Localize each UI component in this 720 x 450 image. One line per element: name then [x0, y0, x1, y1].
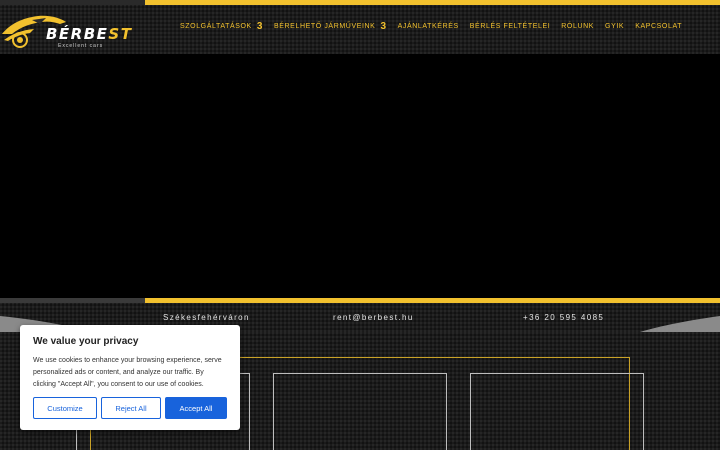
- main-nav: SZOLGÁLTATÁSOK 3 BÉRELHETŐ JÁRMŰVEINK 3 …: [180, 20, 693, 32]
- email-link[interactable]: rent@berbest.hu: [333, 313, 414, 322]
- cookie-title: We value your privacy: [33, 336, 139, 347]
- accept-all-button[interactable]: Accept All: [165, 397, 227, 419]
- feature-card: [470, 373, 644, 450]
- brand-logo[interactable]: BÉRBEST Excellent cars: [0, 10, 133, 52]
- nav-item-label: SZOLGÁLTATÁSOK: [180, 22, 252, 30]
- nav-item-label: KAPCSOLAT: [635, 22, 683, 30]
- customize-button[interactable]: Customize: [33, 397, 97, 419]
- nav-item-rolunk[interactable]: RÓLUNK: [561, 23, 594, 30]
- nav-item-label: RÓLUNK: [561, 22, 595, 30]
- brand-tagline: Excellent cars: [58, 43, 104, 49]
- chevron-down-icon[interactable]: 3: [257, 21, 263, 32]
- nav-item-szolgaltatasok[interactable]: SZOLGÁLTATÁSOK 3: [180, 21, 263, 32]
- cookie-body: We use cookies to enhance your browsing …: [33, 357, 222, 388]
- nav-item-gyik[interactable]: GYIK: [605, 23, 624, 30]
- nav-item-kapcsolat[interactable]: KAPCSOLAT: [635, 23, 682, 30]
- cookie-buttons: Customize Reject All Accept All: [33, 397, 231, 419]
- chevron-down-icon[interactable]: 3: [380, 21, 386, 32]
- site-header: BÉRBEST Excellent cars SZOLGÁLTATÁSOK 3 …: [0, 0, 720, 54]
- feature-card: [273, 373, 447, 450]
- nav-item-berelheto-jarmuveink[interactable]: BÉRELHETŐ JÁRMŰVEINK 3: [274, 21, 387, 32]
- cookie-consent-banner: We value your privacy We use cookies to …: [20, 325, 240, 430]
- header-accent-bar-dark: [0, 0, 145, 5]
- nav-item-label: BÉRLÉS FELTÉTELEI: [469, 22, 551, 30]
- brand-name: BÉRBEST: [46, 25, 133, 43]
- nav-item-ajanlatkeres[interactable]: AJÁNLATKÉRÉS: [398, 23, 459, 30]
- hero-banner: [0, 54, 720, 298]
- location-text: Székesfehérváron: [163, 313, 250, 322]
- reject-all-button[interactable]: Reject All: [101, 397, 161, 419]
- nav-item-berles-feltetelei[interactable]: BÉRLÉS FELTÉTELEI: [470, 23, 550, 30]
- nav-item-label: BÉRELHETŐ JÁRMŰVEINK: [273, 22, 376, 30]
- nav-item-label: AJÁNLATKÉRÉS: [397, 22, 459, 30]
- nav-item-label: GYIK: [605, 22, 625, 30]
- phone-link[interactable]: +36 20 595 4085: [523, 313, 604, 322]
